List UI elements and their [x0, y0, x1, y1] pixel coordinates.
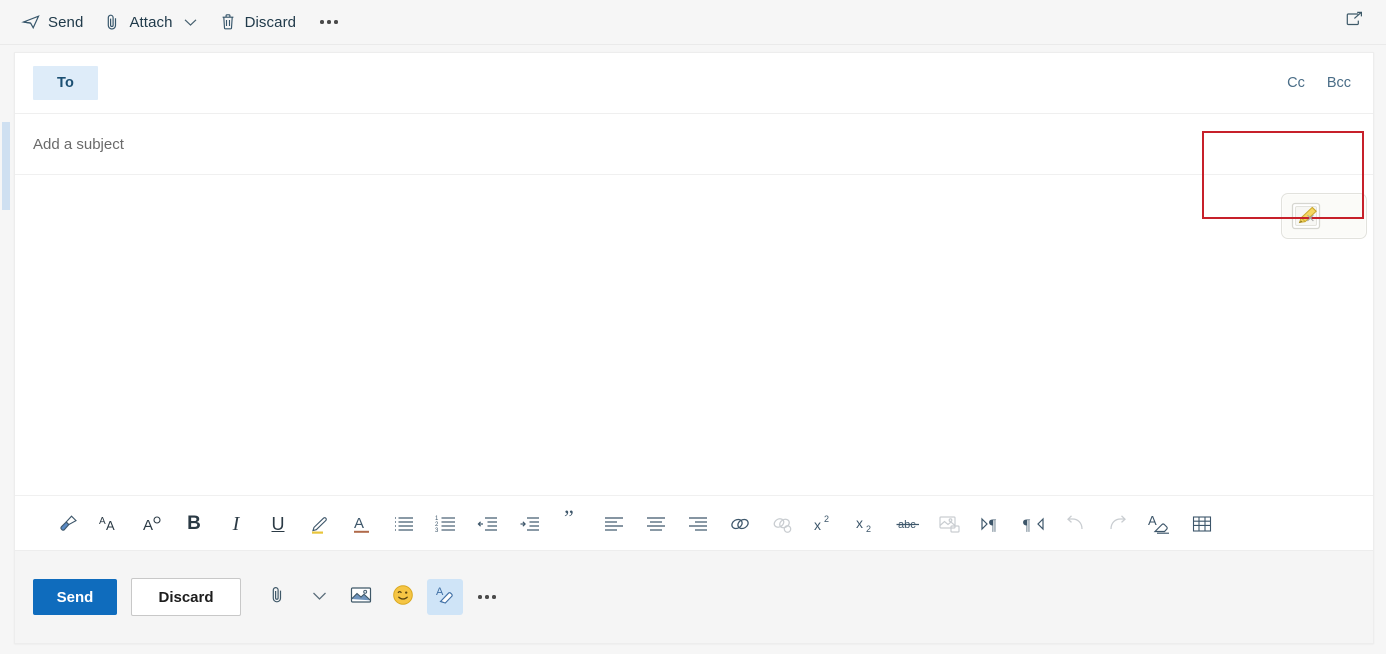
undo-icon[interactable]: [1055, 503, 1097, 545]
top-command-bar: Send Attach Discard: [0, 0, 1386, 45]
bold-glyph: B: [187, 513, 201, 534]
subscript-icon[interactable]: x 2: [845, 503, 887, 545]
svg-text:2: 2: [824, 514, 829, 524]
to-label-chip[interactable]: To: [33, 66, 99, 100]
chevron-down-icon[interactable]: [183, 14, 199, 30]
strikethrough-icon[interactable]: abc: [887, 503, 929, 545]
svg-text:”: ”: [564, 505, 574, 530]
align-right-icon[interactable]: [677, 503, 719, 545]
highlight-icon[interactable]: [299, 503, 341, 545]
svg-text:¶: ¶: [1023, 517, 1031, 534]
rtl-paragraph-icon[interactable]: ¶: [1013, 503, 1055, 545]
italic-glyph: I: [232, 512, 240, 535]
attach-button-top[interactable]: Attach: [93, 0, 208, 44]
svg-text:3: 3: [435, 528, 439, 534]
to-field-row[interactable]: To Cc Bcc: [15, 53, 1373, 114]
svg-text:A: A: [436, 586, 444, 598]
insert-picture-button[interactable]: [343, 579, 379, 615]
insert-table-icon[interactable]: [1181, 503, 1223, 545]
emoji-smiley-icon: [392, 584, 414, 611]
decrease-indent-icon[interactable]: [467, 503, 509, 545]
chevron-down-icon: [312, 588, 327, 606]
send-button-top[interactable]: Send: [12, 0, 93, 44]
insert-picture-icon: [350, 586, 372, 609]
send-button-top-label: Send: [48, 13, 84, 31]
signature-button[interactable]: A: [427, 579, 463, 615]
broken-image-attachment[interactable]: ×: [1281, 193, 1367, 239]
superscript-icon[interactable]: x 2: [803, 503, 845, 545]
svg-text:x: x: [856, 515, 863, 531]
attach-button-top-label: Attach: [129, 13, 173, 31]
svg-text:A: A: [143, 517, 153, 534]
signature-pen-icon: A: [434, 584, 456, 611]
format-painter-icon[interactable]: [47, 503, 89, 545]
ltr-paragraph-icon[interactable]: ¶: [971, 503, 1013, 545]
underline-icon[interactable]: U: [257, 503, 299, 545]
align-left-icon[interactable]: [593, 503, 635, 545]
redo-icon[interactable]: [1097, 503, 1139, 545]
svg-text:A: A: [354, 515, 364, 532]
font-options-icon[interactable]: A: [131, 503, 173, 545]
font-size-icon[interactable]: A A: [89, 503, 131, 545]
svg-text:A: A: [99, 516, 106, 527]
svg-text:¶: ¶: [989, 517, 997, 534]
svg-text:A: A: [106, 518, 115, 533]
increase-indent-icon[interactable]: [509, 503, 551, 545]
left-edge-scroll-marker[interactable]: [2, 122, 10, 210]
bold-icon[interactable]: B: [173, 503, 215, 545]
more-options-button-top[interactable]: [306, 0, 352, 44]
numbered-list-icon[interactable]: 1 2 3: [425, 503, 467, 545]
svg-text:x: x: [814, 517, 821, 533]
align-center-icon[interactable]: [635, 503, 677, 545]
ellipsis-icon: [478, 595, 496, 599]
paperclip-icon: [269, 585, 285, 610]
underline-glyph: U: [271, 513, 285, 534]
pop-out-button[interactable]: [1342, 10, 1368, 34]
close-icon[interactable]: ×: [1306, 210, 1315, 227]
svg-text:A: A: [1148, 513, 1157, 528]
ellipsis-icon: [320, 20, 324, 24]
emoji-button[interactable]: [385, 579, 421, 615]
paperclip-icon: [103, 13, 121, 31]
insert-picture-icon[interactable]: [929, 503, 971, 545]
discard-button[interactable]: Discard: [131, 578, 241, 616]
italic-icon[interactable]: I: [215, 503, 257, 545]
bcc-button[interactable]: Bcc: [1327, 75, 1351, 91]
more-options-button[interactable]: [469, 579, 505, 615]
trash-icon: [219, 13, 237, 31]
send-paper-plane-icon: [21, 13, 40, 31]
bottom-action-bar: Send Discard A: [15, 550, 1373, 643]
bulleted-list-icon[interactable]: [383, 503, 425, 545]
send-button[interactable]: Send: [33, 579, 117, 615]
remove-link-icon[interactable]: [761, 503, 803, 545]
compose-card: To Cc Bcc Add a subject × A A A B I U A …: [14, 52, 1374, 644]
attach-file-button[interactable]: [259, 579, 295, 615]
clear-formatting-icon[interactable]: A: [1139, 503, 1181, 545]
cc-bcc-group: Cc Bcc: [1287, 53, 1351, 113]
attach-chevron-button[interactable]: [301, 579, 337, 615]
formatting-toolbar: A A A B I U A 1 2 3 ” x 2 x 2 abc ¶ ¶ A: [15, 495, 1373, 551]
compose-window: Send Attach Discard To Cc Bcc Add a subj…: [0, 0, 1386, 654]
broken-image-box[interactable]: ×: [1281, 193, 1367, 239]
message-body-area[interactable]: ×: [15, 175, 1373, 519]
svg-text:2: 2: [866, 524, 871, 534]
open-in-new-window-icon: [1345, 11, 1365, 34]
subject-input-placeholder[interactable]: Add a subject: [33, 136, 124, 153]
subject-field-row[interactable]: Add a subject: [15, 114, 1373, 175]
insert-link-icon[interactable]: [719, 503, 761, 545]
cc-button[interactable]: Cc: [1287, 75, 1305, 91]
discard-button-top[interactable]: Discard: [209, 0, 307, 44]
discard-button-top-label: Discard: [244, 13, 297, 31]
font-color-icon[interactable]: A: [341, 503, 383, 545]
quote-icon[interactable]: ”: [551, 503, 593, 545]
